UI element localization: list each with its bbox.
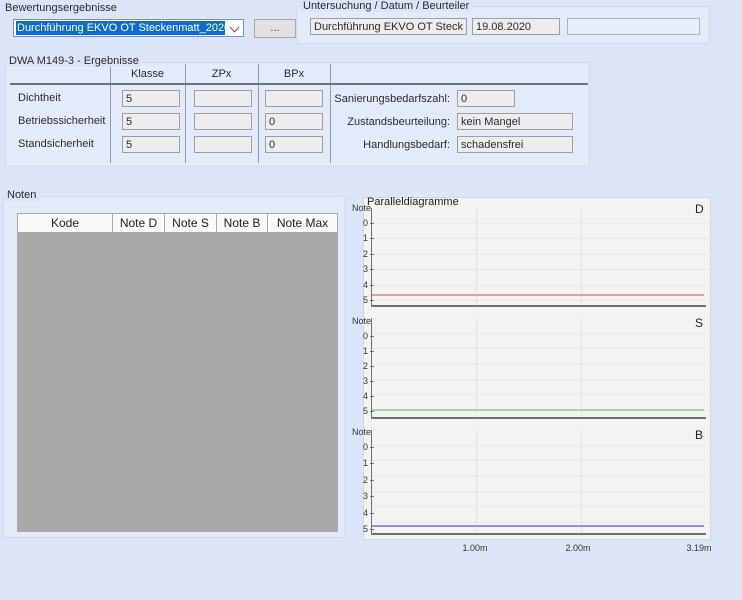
xaxis-label-2m: 2.00m [548,543,608,553]
combobox-selected-text: Durchführung EKVO OT Steckenmatt_2020/08… [16,21,225,35]
app-window: Bewertungsergebnisse Durchführung EKVO O… [0,0,742,600]
ytick: 0 [348,332,368,341]
paralleldiagramme-label: Paralleldiagramme [367,196,459,208]
ytick: 2 [348,362,368,371]
header-note-d[interactable]: Note D [112,213,165,233]
dichtheit-klasse-field[interactable] [122,90,180,107]
row-label-standsicherheit: Standsicherheit [18,136,94,153]
noten-group-label: Noten [4,189,39,201]
series-line-d [372,294,704,296]
header-note-b[interactable]: Note B [216,213,268,233]
zustandsbeurteilung-label: Zustandsbeurteilung: [250,114,450,131]
col-header-klasse: Klasse [110,68,185,80]
handlungsbedarf-label: Handlungsbedarf: [250,137,450,154]
ytick: 0 [348,443,368,452]
header-note-max[interactable]: Note Max [267,213,338,233]
paralleldiagramme-panel: Paralleldiagramme Note D 0 1 2 3 4 5 Not… [363,197,711,540]
xaxis-label-end: 3.19m [669,543,729,553]
noten-table-body-empty [17,232,338,532]
note-axis-title-d: Note [352,204,371,213]
col-header-zpx: ZPx [185,68,258,80]
zustandsbeurteilung-field[interactable] [457,113,573,130]
series-line-s [372,409,704,411]
col-header-bpx: BPx [258,68,330,80]
ytick: 3 [348,492,368,501]
grid-header-rule [10,83,588,85]
chart-plot-d: 0 1 2 3 4 5 [371,208,706,307]
chart-plot-s: 0 1 2 3 4 5 [371,318,706,419]
ytick: 5 [348,296,368,305]
ytick: 1 [348,347,368,356]
ytick: 4 [348,281,368,290]
untersuchung-group-label: Untersuchung / Datum / Beurteiler [300,0,472,12]
ytick: 1 [348,459,368,468]
sanierungsbedarfszahl-field[interactable] [457,90,515,107]
note-axis-title-s: Note [352,317,371,326]
chart-plot-b: 0 1 2 3 4 5 [371,430,706,535]
row-label-betriebssicherheit: Betriebssicherheit [18,113,105,130]
browse-button[interactable]: ... [254,19,296,38]
ytick: 3 [348,377,368,386]
ytick: 4 [348,509,368,518]
sanierungsbedarfszahl-label: Sanierungsbedarfszahl: [250,91,450,108]
standsicherheit-zpx-field[interactable] [194,136,252,153]
ytick: 5 [348,525,368,534]
beurteiler-field[interactable] [567,18,700,35]
dichtheit-zpx-field[interactable] [194,90,252,107]
datum-field[interactable] [472,18,560,35]
bewertung-combobox[interactable]: Durchführung EKVO OT Steckenmatt_2020/08… [13,19,244,37]
header-note-s[interactable]: Note S [164,213,217,233]
note-axis-title-b: Note [352,428,371,437]
bewertungsergebnisse-label: Bewertungsergebnisse [5,2,117,14]
noten-table-header: Kode Note D Note S Note B Note Max [17,213,338,233]
ytick: 5 [348,407,368,416]
row-label-dichtheit: Dichtheit [18,90,61,107]
series-line-b [372,525,704,527]
chevron-down-icon[interactable] [230,23,240,33]
ytick: 4 [348,392,368,401]
dwa-groupbox: Klasse ZPx BPx Dichtheit Betriebssicherh… [5,62,590,167]
header-kode[interactable]: Kode [17,213,113,233]
untersuchung-field[interactable] [310,18,467,35]
betriebssicherheit-klasse-field[interactable] [122,113,180,130]
standsicherheit-klasse-field[interactable] [122,136,180,153]
ytick: 2 [348,476,368,485]
xaxis-label-1m: 1.00m [445,543,505,553]
ytick: 1 [348,234,368,243]
ytick: 0 [348,219,368,228]
ytick: 2 [348,250,368,259]
dwa-group-label: DWA M149-3 - Ergebnisse [6,55,142,67]
handlungsbedarf-field[interactable] [457,136,573,153]
betriebssicherheit-zpx-field[interactable] [194,113,252,130]
ytick: 3 [348,265,368,274]
